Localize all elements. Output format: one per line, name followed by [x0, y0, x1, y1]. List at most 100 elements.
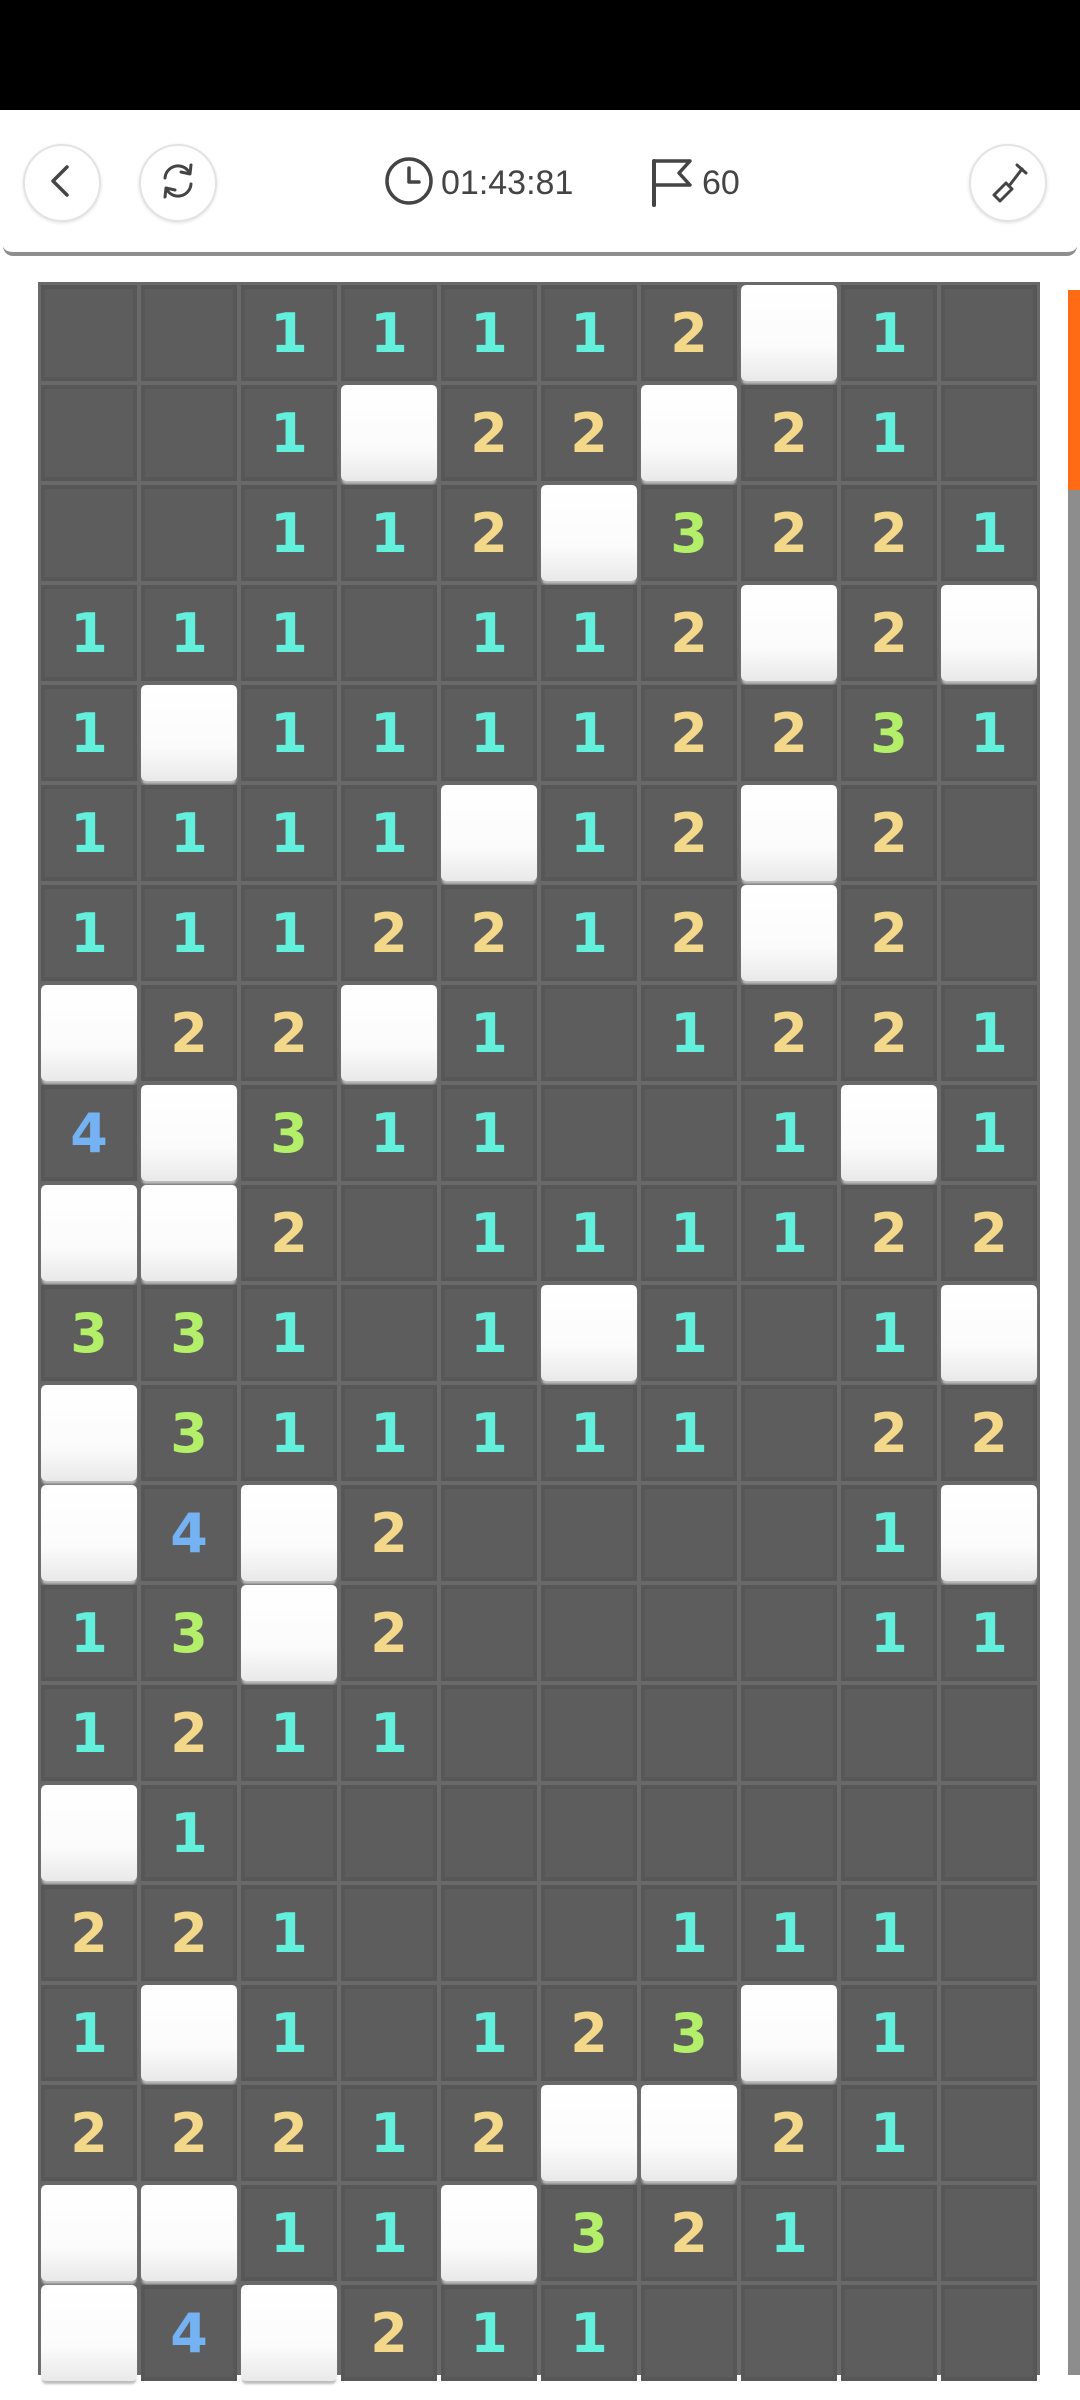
cell-empty[interactable]	[441, 1485, 537, 1581]
cell-empty[interactable]	[941, 2285, 1037, 2381]
cell-number[interactable]: 2	[841, 1385, 937, 1481]
cell-unrevealed[interactable]	[741, 585, 837, 681]
cell-number[interactable]: 2	[441, 485, 537, 581]
cell-number[interactable]: 1	[141, 585, 237, 681]
cell-empty[interactable]	[941, 1785, 1037, 1881]
cell-number[interactable]: 1	[241, 385, 337, 481]
cell-number[interactable]: 1	[41, 1685, 137, 1781]
cell-number[interactable]: 1	[341, 1085, 437, 1181]
cell-unrevealed[interactable]	[941, 585, 1037, 681]
cell-number[interactable]: 2	[641, 585, 737, 681]
cell-unrevealed[interactable]	[141, 1985, 237, 2081]
cell-empty[interactable]	[41, 485, 137, 581]
cell-unrevealed[interactable]	[741, 285, 837, 381]
cell-number[interactable]: 1	[341, 285, 437, 381]
cell-unrevealed[interactable]	[741, 885, 837, 981]
cell-number[interactable]: 1	[441, 1385, 537, 1481]
cell-number[interactable]: 1	[241, 1985, 337, 2081]
cell-number[interactable]: 2	[741, 485, 837, 581]
cell-empty[interactable]	[641, 1585, 737, 1681]
cell-unrevealed[interactable]	[741, 785, 837, 881]
cell-number[interactable]: 1	[41, 1985, 137, 2081]
cell-number[interactable]: 1	[441, 1185, 537, 1281]
cell-number[interactable]: 1	[241, 1385, 337, 1481]
cell-number[interactable]: 1	[241, 785, 337, 881]
cell-number[interactable]: 1	[241, 1685, 337, 1781]
cell-unrevealed[interactable]	[341, 385, 437, 481]
cell-number[interactable]: 2	[41, 2085, 137, 2181]
cell-number[interactable]: 1	[41, 1585, 137, 1681]
cell-number[interactable]: 1	[541, 785, 637, 881]
cell-unrevealed[interactable]	[641, 385, 737, 481]
cell-number[interactable]: 1	[241, 285, 337, 381]
cell-number[interactable]: 1	[941, 485, 1037, 581]
cell-number[interactable]: 1	[641, 1885, 737, 1981]
cell-unrevealed[interactable]	[641, 2085, 737, 2181]
cell-unrevealed[interactable]	[141, 1085, 237, 1181]
cell-number[interactable]: 3	[541, 2185, 637, 2281]
cell-empty[interactable]	[941, 385, 1037, 481]
cell-unrevealed[interactable]	[541, 2085, 637, 2181]
cell-number[interactable]: 1	[641, 1285, 737, 1381]
cell-empty[interactable]	[541, 985, 637, 1081]
cell-number[interactable]: 1	[41, 685, 137, 781]
cell-number[interactable]: 2	[741, 385, 837, 481]
cell-empty[interactable]	[741, 1485, 837, 1581]
cell-unrevealed[interactable]	[41, 1185, 137, 1281]
cell-empty[interactable]	[641, 1685, 737, 1781]
cell-unrevealed[interactable]	[441, 2185, 537, 2281]
cell-unrevealed[interactable]	[41, 985, 137, 1081]
cell-empty[interactable]	[941, 2185, 1037, 2281]
cell-unrevealed[interactable]	[141, 685, 237, 781]
cell-empty[interactable]	[941, 2085, 1037, 2181]
cell-unrevealed[interactable]	[841, 1085, 937, 1181]
cell-number[interactable]: 1	[341, 2085, 437, 2181]
cell-empty[interactable]	[941, 785, 1037, 881]
cell-number[interactable]: 2	[241, 1185, 337, 1281]
cell-number[interactable]: 3	[641, 485, 737, 581]
cell-empty[interactable]	[341, 1185, 437, 1281]
cell-unrevealed[interactable]	[341, 985, 437, 1081]
cell-number[interactable]: 1	[641, 1385, 737, 1481]
cell-number[interactable]: 3	[641, 1985, 737, 2081]
cell-empty[interactable]	[441, 1585, 537, 1681]
cell-unrevealed[interactable]	[241, 1585, 337, 1681]
cell-number[interactable]: 1	[141, 785, 237, 881]
cell-number[interactable]: 3	[41, 1285, 137, 1381]
cell-number[interactable]: 1	[941, 985, 1037, 1081]
cell-empty[interactable]	[941, 885, 1037, 981]
cell-empty[interactable]	[541, 1885, 637, 1981]
cell-unrevealed[interactable]	[141, 2185, 237, 2281]
cell-number[interactable]: 2	[441, 385, 537, 481]
cell-empty[interactable]	[341, 1985, 437, 2081]
cell-unrevealed[interactable]	[941, 1285, 1037, 1381]
cell-number[interactable]: 1	[341, 485, 437, 581]
cell-number[interactable]: 1	[341, 685, 437, 781]
cell-number[interactable]: 1	[441, 985, 537, 1081]
cell-number[interactable]: 1	[741, 2185, 837, 2281]
cell-number[interactable]: 2	[641, 285, 737, 381]
cell-empty[interactable]	[141, 285, 237, 381]
cell-empty[interactable]	[641, 1085, 737, 1181]
cell-number[interactable]: 2	[141, 2085, 237, 2181]
cell-number[interactable]: 1	[941, 1585, 1037, 1681]
cell-number[interactable]: 1	[941, 1085, 1037, 1181]
cell-number[interactable]: 1	[641, 1185, 737, 1281]
cell-number[interactable]: 2	[841, 985, 937, 1081]
cell-number[interactable]: 2	[441, 885, 537, 981]
cell-number[interactable]: 2	[641, 685, 737, 781]
cell-empty[interactable]	[641, 1785, 737, 1881]
cell-number[interactable]: 1	[541, 1185, 637, 1281]
cell-number[interactable]: 2	[41, 1885, 137, 1981]
cell-number[interactable]: 1	[241, 1285, 337, 1381]
cell-empty[interactable]	[941, 1985, 1037, 2081]
cell-number[interactable]: 1	[541, 1385, 637, 1481]
cell-number[interactable]: 1	[641, 985, 737, 1081]
cell-empty[interactable]	[541, 1485, 637, 1581]
cell-empty[interactable]	[41, 285, 137, 381]
cell-number[interactable]: 1	[441, 285, 537, 381]
cell-number[interactable]: 2	[841, 1185, 937, 1281]
cell-number[interactable]: 1	[41, 585, 137, 681]
cell-number[interactable]: 1	[841, 1885, 937, 1981]
cell-empty[interactable]	[941, 1685, 1037, 1781]
